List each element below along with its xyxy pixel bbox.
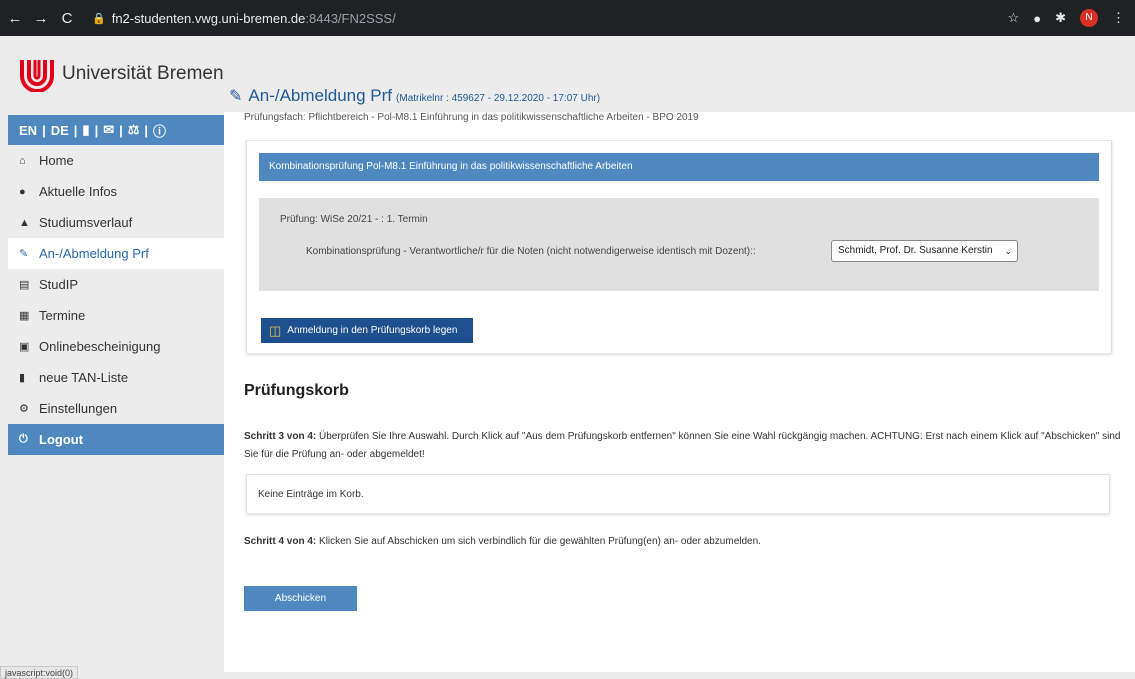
chevron-down-icon: ⌄: [1004, 246, 1012, 256]
home-icon: ⌂: [19, 154, 26, 167]
reload-button[interactable]: C: [56, 10, 78, 27]
browser-toolbar: ← → C 🔒 fn2-studenten.vwg.uni-bremen.de …: [0, 0, 1135, 36]
sidebar-item-termine[interactable]: ▦ Termine: [8, 300, 224, 331]
basket-empty-box: Keine Einträge im Korb.: [246, 474, 1110, 514]
sidebar: EN | DE | ▮ | ✉ | ⚖ | ⓘ ⌂ Home ● Aktuell…: [8, 115, 224, 455]
step4-body: Klicken Sie auf Abschicken um sich verbi…: [316, 536, 761, 547]
url-host: fn2-studenten.vwg.uni-bremen.de: [111, 10, 306, 26]
forward-button[interactable]: →: [30, 10, 52, 27]
calendar-icon: ▦: [19, 310, 30, 322]
profile-avatar[interactable]: N: [1080, 9, 1098, 27]
logo-mark-icon: [20, 60, 54, 92]
page-meta: (Matrikelnr : 459627 - 29.12.2020 - 17:0…: [396, 93, 601, 104]
logout-button[interactable]: ⏻ Logout: [8, 424, 224, 455]
graduation-cap-icon: ▲: [19, 216, 30, 229]
bookmark-star-icon[interactable]: ☆: [1008, 10, 1020, 26]
sidebar-item-label: Aktuelle Infos: [39, 184, 118, 199]
pruefungsfach-text: Prüfungsfach: Pflichtbereich - Pol-M8.1 …: [244, 112, 699, 123]
language-bar: EN | DE | ▮ | ✉ | ⚖ | ⓘ: [8, 115, 224, 145]
exam-details-box: Prüfung: WiSe 20/21 - : 1. Termin Kombin…: [259, 198, 1099, 291]
sidebar-item-onlinebescheinigung[interactable]: ▣ Onlinebescheinigung: [8, 331, 224, 362]
sidebar-item-label: An-/Abmeldung Prf: [39, 246, 149, 261]
sidebar-item-home[interactable]: ⌂ Home: [8, 145, 224, 176]
puzzle-icon[interactable]: ✱: [1055, 10, 1066, 26]
sidebar-item-label: Studiumsverlauf: [39, 215, 133, 230]
browser-actions: ☆ ● ✱ N ⋮: [1008, 9, 1125, 27]
lock-icon: 🔒: [92, 12, 106, 25]
book-icon[interactable]: ▮: [82, 122, 89, 138]
back-button[interactable]: ←: [4, 10, 26, 27]
examiner-select-value: Schmidt, Prof. Dr. Susanne Kerstin: [838, 245, 993, 256]
sidebar-item-studiumsverlauf[interactable]: ▲ Studiumsverlauf: [8, 207, 224, 238]
info-icon[interactable]: ⓘ: [153, 121, 166, 140]
exam-term-label: Prüfung: WiSe 20/21 - : 1. Termin: [280, 214, 428, 225]
edit-icon: ✎: [229, 88, 243, 105]
edit-icon: ✎: [19, 248, 29, 260]
logo-text: Universität Bremen: [62, 63, 224, 84]
power-icon: ⏻: [19, 433, 28, 445]
step3-text: Schritt 3 von 4: Überprüfen Sie Ihre Aus…: [244, 428, 1124, 464]
sidebar-item-aktuelle-infos[interactable]: ● Aktuelle Infos: [8, 176, 224, 207]
examiner-select[interactable]: Schmidt, Prof. Dr. Susanne Kerstin ⌄: [831, 240, 1018, 262]
exam-card: Kombinationsprüfung Pol-M8.1 Einführung …: [246, 140, 1112, 354]
step3-body: Überprüfen Sie Ihre Auswahl. Durch Klick…: [244, 431, 1121, 460]
institution-icon: ▤: [19, 279, 30, 291]
add-to-basket-button[interactable]: ◫ Anmeldung in den Prüfungskorb legen: [261, 318, 473, 343]
sidebar-item-label: neue TAN-Liste: [39, 370, 129, 385]
lang-de-link[interactable]: DE: [51, 123, 69, 138]
sidebar-item-label: Onlinebescheinigung: [39, 339, 161, 354]
step3-label: Schritt 3 von 4:: [244, 431, 317, 442]
main-content: Prüfungsfach: Pflichtbereich - Pol-M8.1 …: [224, 112, 1135, 672]
file-icon: ▮: [19, 372, 26, 384]
comment-icon: ●: [19, 185, 26, 198]
sidebar-item-label: StudIP: [39, 277, 79, 292]
page-title-text: An-/Abmeldung Prf: [248, 86, 393, 105]
add-to-basket-label: Anmeldung in den Prüfungskorb legen: [287, 325, 458, 336]
sidebar-item-einstellungen[interactable]: ⚙ Einstellungen: [8, 393, 224, 424]
basket-icon: ◫: [269, 322, 282, 338]
step4-label: Schritt 4 von 4:: [244, 536, 317, 547]
step4-text: Schritt 4 von 4: Klicken Sie auf Abschic…: [244, 536, 761, 547]
gear-icon: ⚙: [19, 403, 29, 415]
card-header: Kombinationsprüfung Pol-M8.1 Einführung …: [259, 153, 1099, 181]
page-title: ✎ An-/Abmeldung Prf (Matrikelnr : 459627…: [229, 86, 600, 106]
logout-label: Logout: [39, 432, 84, 447]
menu-kebab-icon[interactable]: ⋮: [1112, 10, 1125, 26]
url-path: :8443/FN2SSS/: [305, 10, 396, 26]
extension-icon[interactable]: ●: [1033, 11, 1041, 26]
status-tooltip: javascript:void(0): [0, 666, 79, 679]
sidebar-item-studip[interactable]: ▤ StudIP: [8, 269, 224, 300]
university-logo[interactable]: Universität Bremen: [18, 56, 224, 92]
lang-en-link[interactable]: EN: [19, 123, 37, 138]
sidebar-item-label: Termine: [39, 308, 86, 323]
submit-button[interactable]: Abschicken: [244, 586, 357, 611]
address-bar[interactable]: 🔒 fn2-studenten.vwg.uni-bremen.de :8443/…: [92, 4, 1132, 32]
examiner-label: Kombinationsprüfung - Verantwortliche/r …: [306, 246, 756, 257]
basket-heading: Prüfungskorb: [244, 382, 349, 399]
certificate-icon: ▣: [19, 341, 30, 353]
sidebar-item-anmeldung[interactable]: ✎ An-/Abmeldung Prf: [8, 238, 224, 269]
envelope-icon[interactable]: ✉: [103, 122, 114, 138]
sidebar-item-tan-liste[interactable]: ▮ neue TAN-Liste: [8, 362, 224, 393]
sidebar-item-label: Home: [39, 153, 74, 168]
sidebar-item-label: Einstellungen: [39, 401, 118, 416]
balance-scale-icon[interactable]: ⚖: [128, 122, 140, 138]
